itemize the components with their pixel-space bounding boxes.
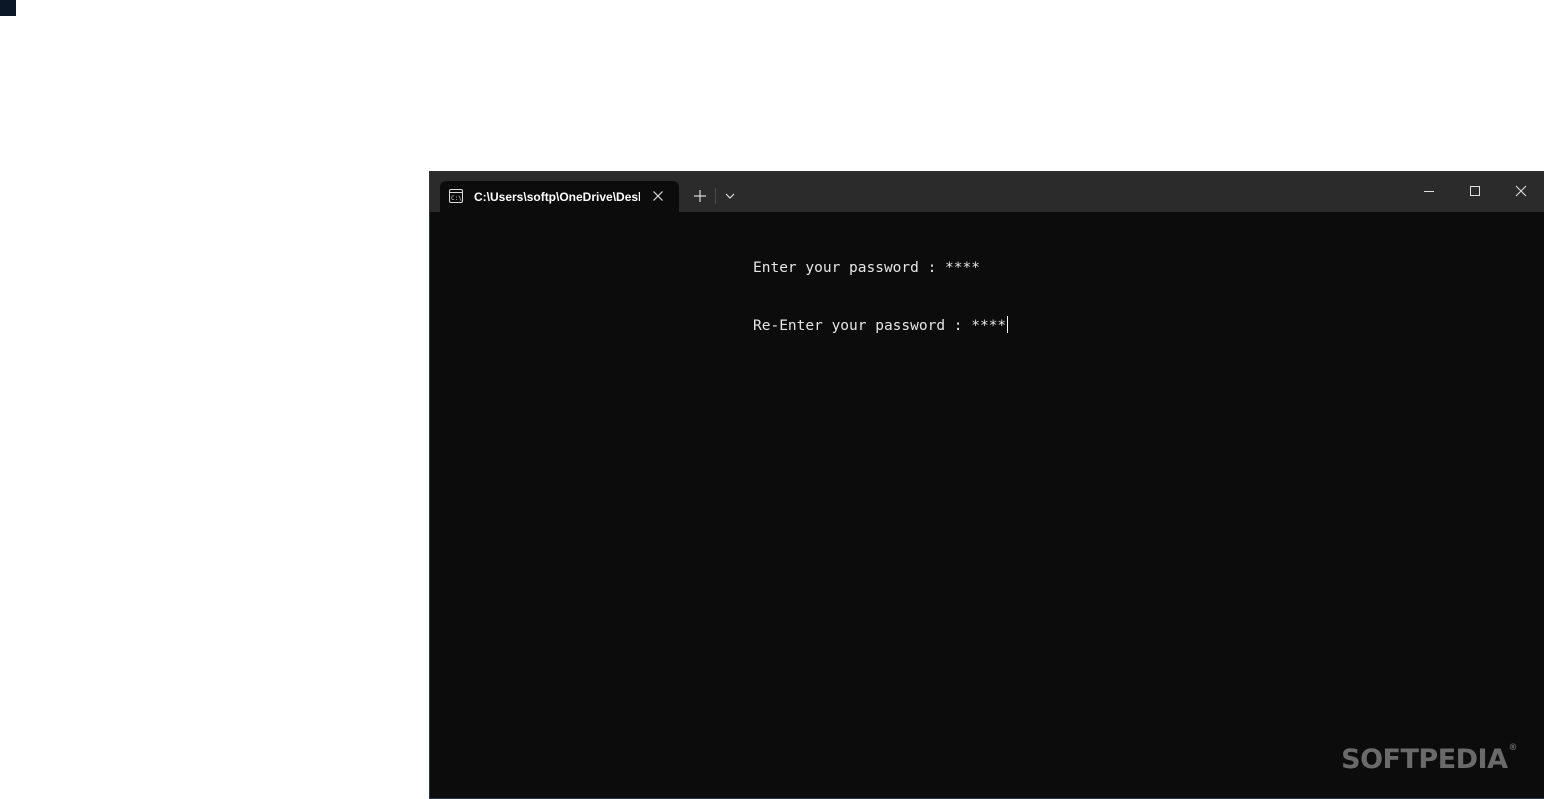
chevron-down-icon[interactable] xyxy=(719,185,741,207)
watermark-text: SOFTPEDIA xyxy=(1341,744,1508,775)
terminal-output[interactable]: Enter your password : **** Re-Enter your… xyxy=(430,212,1544,798)
terminal-tab[interactable]: C:\ C:\Users\softp\OneDrive\Desk xyxy=(440,181,679,212)
title-bar: C:\ C:\Users\softp\OneDrive\Desk xyxy=(430,171,1544,212)
minimize-icon xyxy=(1424,191,1434,192)
terminal-window: C:\ C:\Users\softp\OneDrive\Desk Enter y… xyxy=(429,171,1544,799)
maximize-button[interactable] xyxy=(1452,171,1498,212)
svg-text:C:\: C:\ xyxy=(451,195,462,202)
terminal-line: Re-Enter your password : **** xyxy=(753,316,1009,335)
console-icon: C:\ xyxy=(449,189,463,203)
tab-title: C:\Users\softp\OneDrive\Desk xyxy=(474,190,640,204)
softpedia-watermark: SOFTPEDIA® xyxy=(1341,743,1517,775)
close-icon[interactable] xyxy=(650,188,666,204)
prompt-text: Enter your password : **** xyxy=(753,260,980,276)
plus-icon[interactable] xyxy=(689,185,711,207)
close-icon xyxy=(1515,185,1527,197)
close-window-button[interactable] xyxy=(1498,171,1544,212)
text-cursor xyxy=(1007,316,1009,333)
terminal-line: Enter your password : **** xyxy=(753,259,980,277)
prompt-text: Re-Enter your password : **** xyxy=(753,318,1007,334)
registered-mark: ® xyxy=(1508,743,1518,753)
maximize-icon xyxy=(1470,186,1480,196)
minimize-button[interactable] xyxy=(1406,171,1452,212)
desktop-corner-mark xyxy=(0,0,16,16)
tab-separator xyxy=(715,188,716,204)
